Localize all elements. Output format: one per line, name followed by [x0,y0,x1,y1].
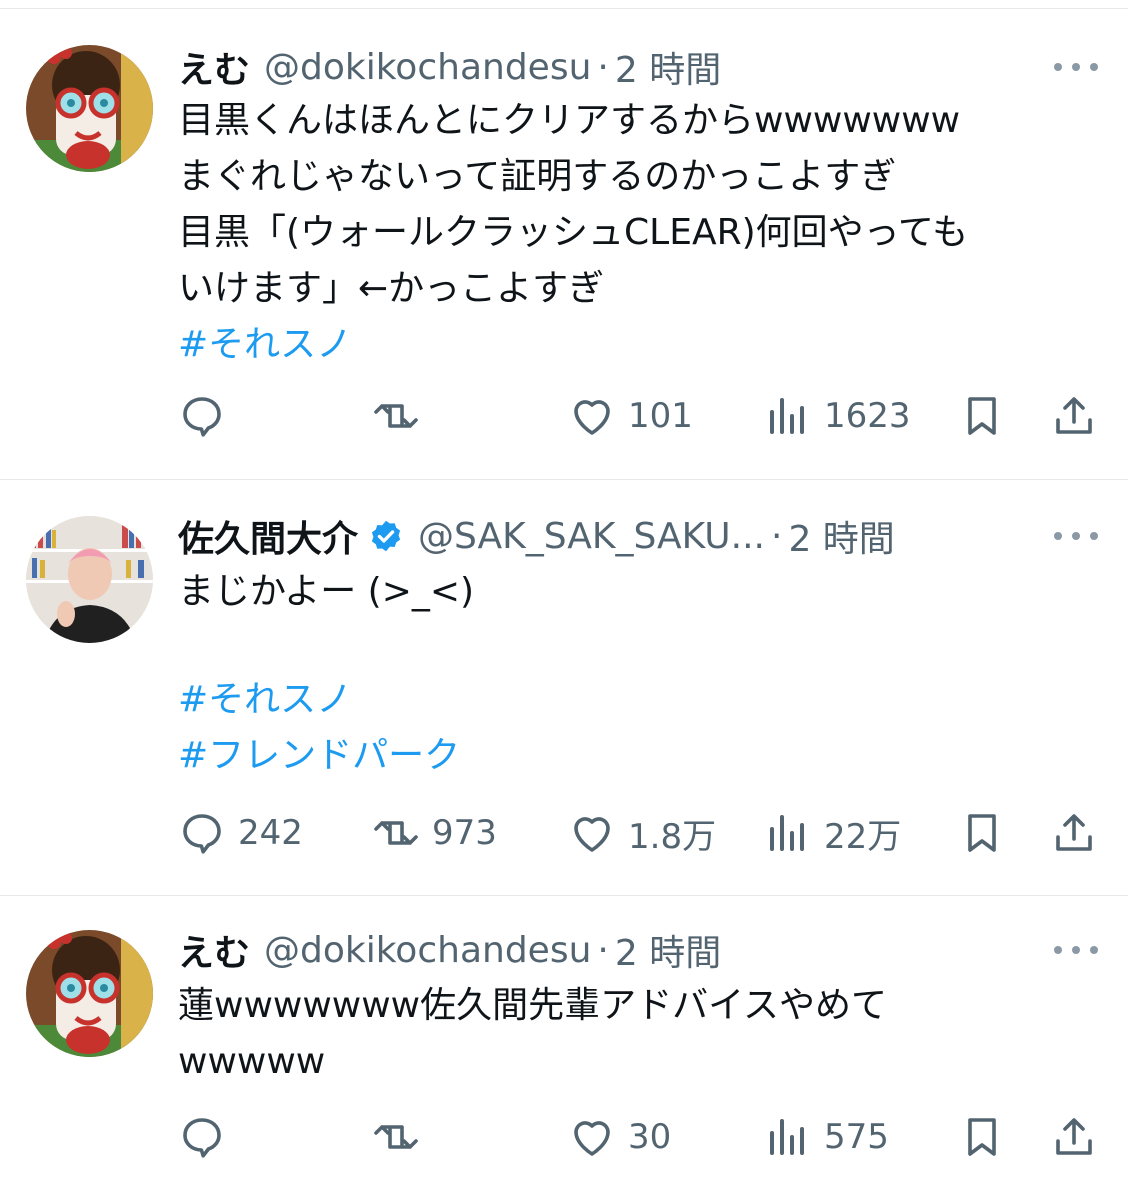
views-count: 1623 [824,396,911,436]
like-icon [574,1121,610,1156]
handle[interactable]: @SAK_SAK_SAKU... [418,516,765,557]
tweet-text-line: wwwww [178,1041,326,1082]
bookmark-button[interactable] [958,388,1006,444]
retweet-button[interactable] [372,1109,432,1165]
views-button[interactable]: 575 [764,1109,889,1165]
bookmark-button[interactable] [958,1109,1006,1165]
handle[interactable]: @dokikochandesu [264,47,591,88]
share-icon [1056,397,1092,434]
verified-icon [368,518,404,554]
retweet-button[interactable] [372,388,432,444]
views-icon [770,1119,804,1155]
bookmark-icon [968,1118,996,1156]
retweet-button[interactable]: 973 [372,805,497,861]
retweet-count: 973 [432,813,497,853]
tweet-2[interactable]: 佐久間大介 @SAK_SAK_SAKU... · 2 時間 まじかよー (>_<… [0,480,1128,896]
bookmark-button[interactable] [958,805,1006,861]
like-count: 101 [628,396,693,436]
timestamp[interactable]: 2 時間 [615,924,721,976]
share-button[interactable] [1050,805,1098,861]
action-bar: 30 575 [0,1109,1128,1165]
tweet-text-line: いけます」←かっこよすぎ [178,268,605,309]
like-count: 1.8万 [628,816,717,857]
hashtag-link[interactable]: #それスノ [178,317,352,373]
avatar-emu[interactable] [26,930,153,1057]
views-count: 22万 [824,816,902,857]
reply-button[interactable] [178,388,238,444]
share-icon [1056,1118,1092,1155]
like-icon [574,817,610,852]
share-icon [1056,814,1092,851]
views-icon [770,398,804,434]
display-name[interactable]: えむ [178,41,250,93]
tweet-text-line: 目黒「(ウォールクラッシュCLEAR)何回やっても [178,212,969,253]
more-icon[interactable] [1054,57,1098,77]
reply-icon [183,814,221,854]
reply-button[interactable]: 242 [178,805,303,861]
tweet-text-line: まじかよー (>_<) [178,571,475,612]
more-icon[interactable] [1054,940,1098,960]
like-button[interactable]: 1.8万 [568,805,716,861]
tweet-header: 佐久間大介 @SAK_SAK_SAKU... · 2 時間 [178,510,895,562]
views-count: 575 [824,1117,889,1157]
tweet-text-line: 蓮wwwwwww佐久間先輩アドバイスやめて [178,985,888,1026]
retweet-icon [374,821,418,845]
like-icon [574,400,610,435]
reply-icon [183,397,221,437]
views-button[interactable]: 22万 [764,805,901,861]
tweet-header: えむ @dokikochandesu · 2 時間 [178,924,721,976]
separator-dot: · [597,46,609,88]
reply-button[interactable] [178,1109,238,1165]
tweet-3[interactable]: えむ @dokikochandesu · 2 時間 蓮wwwwwww佐久間先輩ア… [0,896,1128,1200]
separator-dot: · [771,515,783,557]
tweet-1[interactable]: えむ @dokikochandesu · 2 時間 目黒くんはほんとにクリアする… [0,9,1128,480]
display-name[interactable]: えむ [178,924,250,976]
action-bar: 101 1623 [0,388,1128,444]
timestamp[interactable]: 2 時間 [615,41,721,93]
tweet-text-line: まぐれじゃないって証明するのかっこよすぎ [178,156,897,197]
action-bar: 242 973 1.8万 22万 [0,805,1128,861]
views-button[interactable]: 1623 [764,388,911,444]
views-icon [770,815,804,851]
hashtag-link[interactable]: #それスノ [178,672,352,728]
bookmark-icon [968,397,996,435]
separator-dot: · [597,929,609,971]
bookmark-icon [968,814,996,852]
display-name[interactable]: 佐久間大介 [178,510,358,562]
more-icon[interactable] [1054,526,1098,546]
share-button[interactable] [1050,1109,1098,1165]
reply-icon [183,1118,221,1158]
avatar-emu[interactable] [26,45,153,172]
tweet-header: えむ @dokikochandesu · 2 時間 [178,41,721,93]
share-button[interactable] [1050,388,1098,444]
like-count: 30 [628,1117,672,1157]
tweet-text-line: 目黒くんはほんとにクリアするからwwwwwww [178,100,961,141]
like-button[interactable]: 30 [568,1109,671,1165]
reply-count: 242 [238,813,303,853]
retweet-icon [374,404,418,428]
retweet-icon [374,1125,418,1149]
avatar-sakuma[interactable] [26,516,153,643]
handle[interactable]: @dokikochandesu [264,930,591,971]
timestamp[interactable]: 2 時間 [788,510,894,562]
like-button[interactable]: 101 [568,388,693,444]
hashtag-link[interactable]: #フレンドパーク [178,728,460,784]
